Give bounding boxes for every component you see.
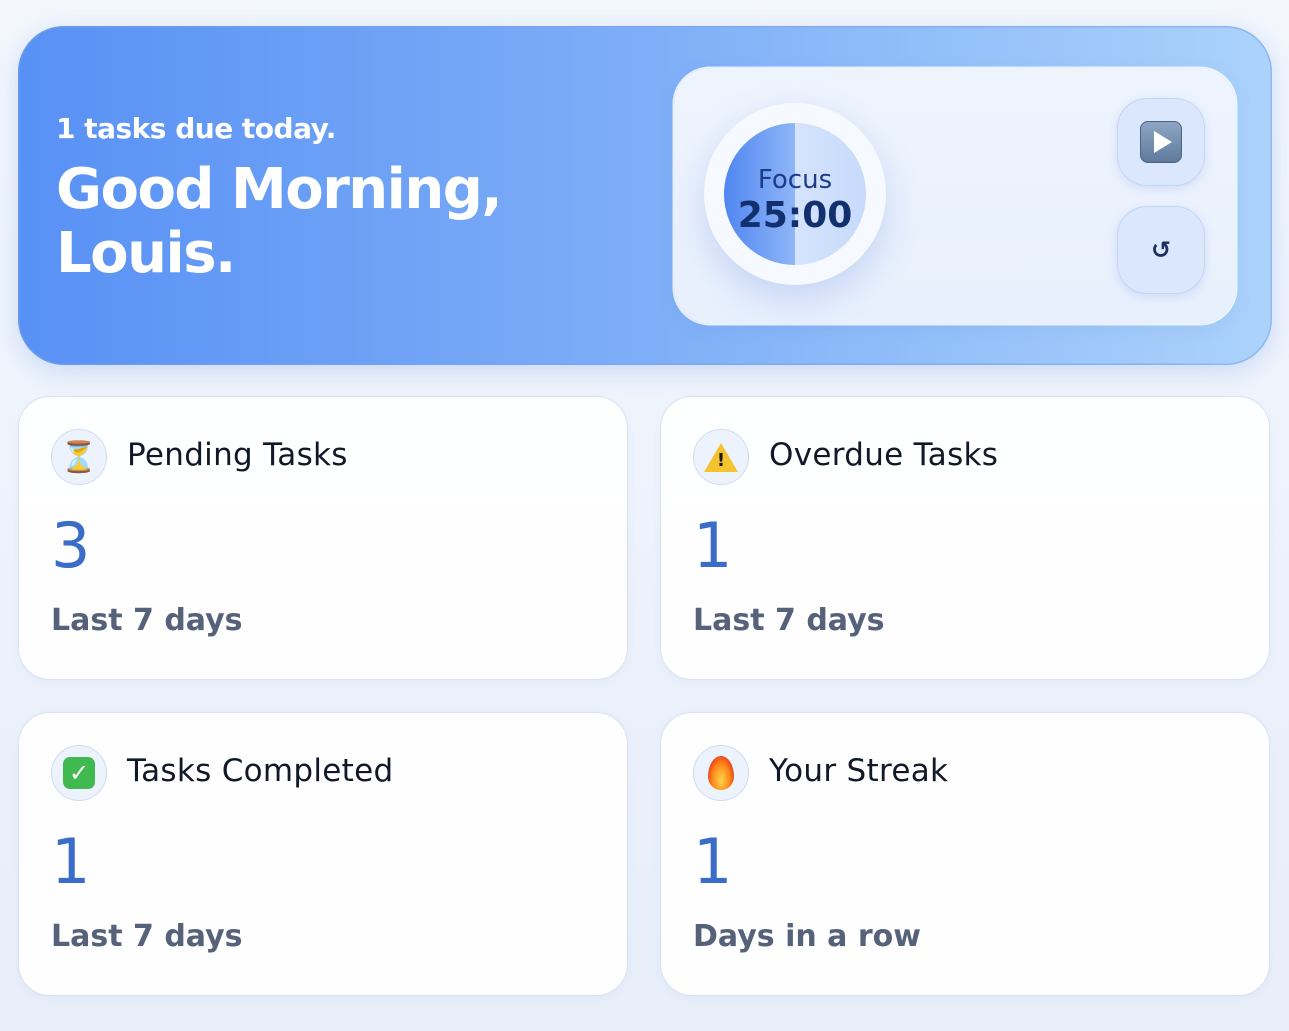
reset-icon: ↺ xyxy=(1150,236,1172,264)
play-icon xyxy=(1140,121,1182,163)
card-value: 1 xyxy=(693,825,733,898)
reset-button[interactable]: ↺ xyxy=(1117,206,1205,294)
card-value: 1 xyxy=(51,825,91,898)
hourglass-icon: ⏳ xyxy=(51,429,107,485)
tasks-completed-card[interactable]: ✓ Tasks Completed 1 Last 7 days xyxy=(18,712,628,996)
greeting-line-2: Louis. xyxy=(56,221,236,286)
card-title: Tasks Completed xyxy=(127,753,394,789)
timer-time: 25:00 xyxy=(737,195,853,236)
overdue-tasks-card[interactable]: ! Overdue Tasks 1 Last 7 days xyxy=(660,396,1270,680)
timer-mode-label: Focus xyxy=(757,165,833,195)
greeting-title: Good Morning, Louis. xyxy=(56,157,503,286)
card-footer: Last 7 days xyxy=(51,919,243,954)
warning-icon: ! xyxy=(693,429,749,485)
timer-ring: Focus 25:00 xyxy=(704,103,886,285)
play-button[interactable] xyxy=(1117,98,1205,186)
focus-timer-panel: Focus 25:00 ↺ xyxy=(674,68,1236,324)
fire-icon xyxy=(693,745,749,801)
pending-tasks-card[interactable]: ⏳ Pending Tasks 3 Last 7 days xyxy=(18,396,628,680)
card-footer: Last 7 days xyxy=(51,603,243,638)
streak-card[interactable]: Your Streak 1 Days in a row xyxy=(660,712,1270,996)
greeting-line-1: Good Morning, xyxy=(56,157,503,222)
tasks-due-subtitle: 1 tasks due today. xyxy=(56,112,336,145)
card-title: Your Streak xyxy=(769,753,949,789)
timer-dial: Focus 25:00 xyxy=(724,123,866,265)
card-value: 1 xyxy=(693,509,733,582)
check-icon: ✓ xyxy=(51,745,107,801)
card-footer: Last 7 days xyxy=(693,603,885,638)
card-footer: Days in a row xyxy=(693,919,921,954)
card-title: Pending Tasks xyxy=(127,437,348,473)
card-title: Overdue Tasks xyxy=(769,437,999,473)
card-value: 3 xyxy=(51,509,91,582)
greeting-banner: 1 tasks due today. Good Morning, Louis. … xyxy=(18,26,1272,365)
